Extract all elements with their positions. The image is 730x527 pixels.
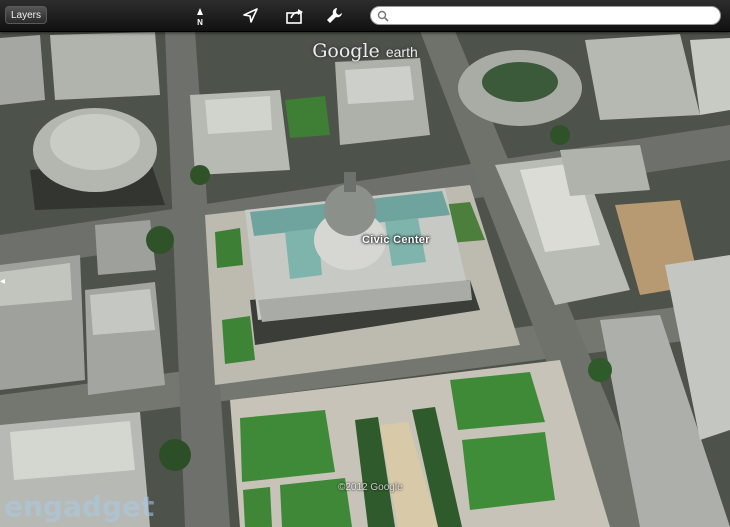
search-input[interactable] (391, 8, 711, 23)
satellite-map[interactable] (0, 0, 730, 527)
plaza-lawn-5 (243, 487, 272, 527)
city-hall-lantern (344, 172, 356, 192)
tree-cluster-1 (146, 226, 174, 254)
brand-earth: earth (385, 44, 418, 60)
top-toolbar: Layers N (0, 0, 730, 32)
plaza-lawn-2 (450, 372, 545, 430)
plaza-lawn-1 (240, 410, 335, 482)
share-icon (286, 9, 303, 24)
building-top-center-roof (205, 96, 272, 134)
tree-cluster-4 (190, 165, 210, 185)
compass-north-icon: N (197, 8, 203, 27)
building-left-3 (95, 220, 156, 275)
building-top-right-round-inner (482, 62, 558, 102)
location-arrow-icon (243, 8, 258, 23)
compass-north-button[interactable]: N (188, 4, 212, 28)
plaza-lawn-3 (462, 432, 555, 510)
wrench-icon (327, 8, 342, 23)
tree-cluster-5 (550, 125, 570, 145)
map-copyright: ©2012 Google (338, 482, 403, 493)
building-left-2-roof (90, 289, 155, 335)
tree-cluster-3 (588, 358, 612, 382)
layers-button[interactable]: Layers (5, 6, 47, 24)
watermark: engadget (4, 490, 155, 523)
north-label: N (197, 18, 203, 27)
left-edge-arrow-icon: ◂ (0, 276, 6, 287)
tools-button[interactable] (322, 4, 346, 28)
building-top-center-2-roof (345, 66, 414, 104)
building-right-4 (560, 145, 650, 196)
lawn-left-1 (215, 228, 243, 268)
lawn-top (285, 96, 330, 138)
search-icon (377, 10, 389, 22)
building-top-left-round-inner (50, 114, 140, 170)
tree-cluster-2 (159, 439, 191, 471)
brand-google: Google (312, 40, 380, 62)
search-box[interactable] (370, 6, 721, 25)
place-label[interactable]: Civic Center (362, 234, 430, 246)
locate-button[interactable] (238, 4, 262, 28)
google-earth-logo: Google earth (0, 40, 730, 62)
lawn-left-2 (222, 316, 255, 364)
share-button[interactable] (282, 4, 306, 28)
